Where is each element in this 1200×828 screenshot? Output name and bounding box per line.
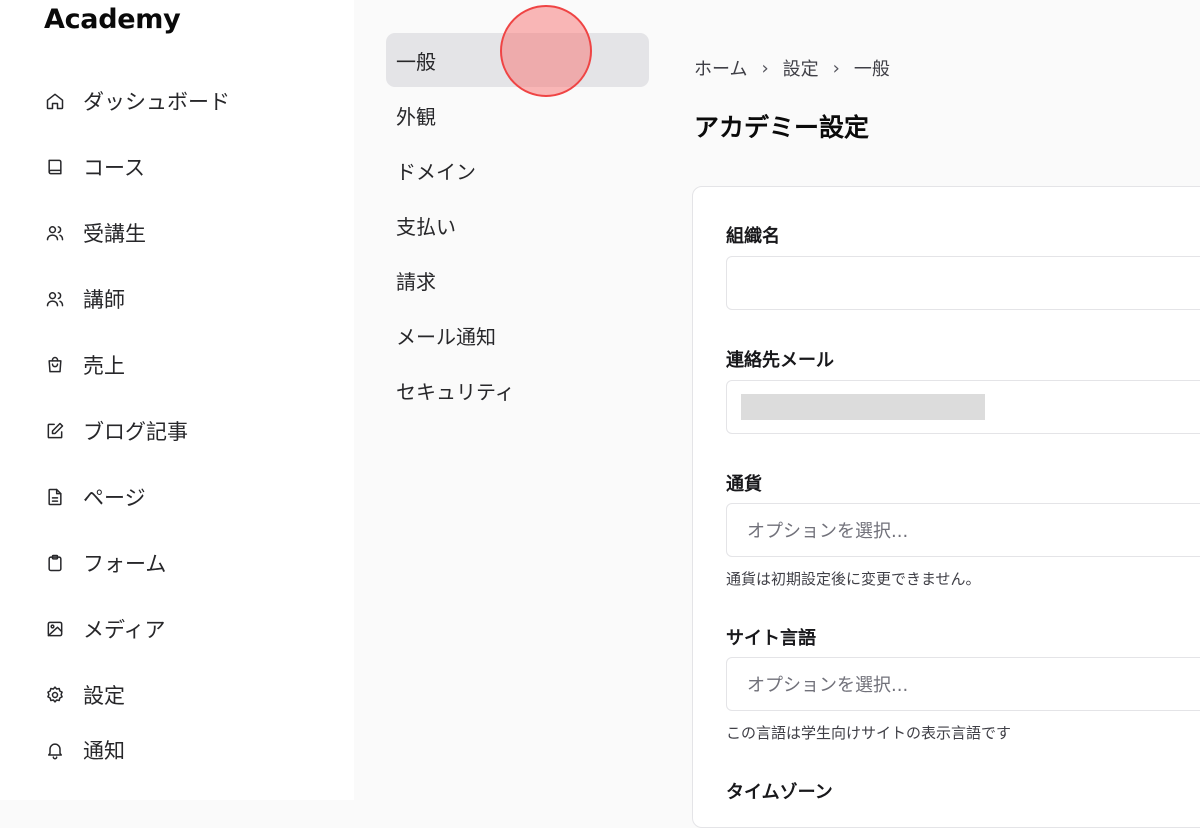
contact-email-label: 連絡先メール (726, 350, 834, 371)
sidebar-item-label: 講師 (83, 288, 125, 312)
sidebar-item-dashboard[interactable]: ダッシュボード (44, 81, 334, 121)
brand-logo: Academy (44, 4, 181, 35)
sidebar-item-label: コース (83, 156, 145, 180)
redacted-value (741, 394, 985, 420)
book-icon (44, 156, 66, 178)
sidebar-item-label: フォーム (83, 552, 167, 576)
file-text-icon (44, 486, 66, 508)
home-icon (44, 90, 66, 112)
settings-nav-general[interactable]: 一般 (386, 33, 649, 87)
gear-icon (44, 684, 66, 706)
breadcrumb: ホーム › 設定 › 一般 (694, 55, 890, 81)
site-language-helper-text: この言語は学生向けサイトの表示言語です (726, 724, 1012, 742)
bell-icon (44, 739, 66, 761)
sidebar: Academy ダッシュボード コース 受講生 講師 売上 ブログ記事 ページ … (0, 0, 354, 800)
sidebar-item-instructors[interactable]: 講師 (44, 279, 334, 319)
currency-label: 通貨 (726, 474, 762, 495)
breadcrumb-home[interactable]: ホーム (694, 55, 747, 81)
currency-select[interactable]: オプションを選択... (726, 503, 1200, 557)
sidebar-item-pages[interactable]: ページ (44, 477, 334, 517)
sidebar-item-forms[interactable]: フォーム (44, 543, 334, 583)
contact-email-input[interactable] (726, 380, 1200, 434)
page-title: アカデミー設定 (694, 113, 870, 142)
sidebar-item-media[interactable]: メディア (44, 609, 334, 649)
sidebar-item-blog-posts[interactable]: ブログ記事 (44, 411, 334, 451)
settings-nav-appearance[interactable]: 外観 (386, 88, 649, 142)
settings-nav-payments[interactable]: 支払い (386, 198, 649, 252)
sidebar-item-label: メディア (83, 618, 166, 642)
settings-nav-security[interactable]: セキュリティ (386, 363, 649, 417)
users-icon (44, 222, 66, 244)
breadcrumb-current: 一般 (853, 59, 890, 80)
sidebar-item-label: ページ (83, 486, 146, 510)
chevron-right-icon: › (761, 57, 769, 79)
sidebar-item-students[interactable]: 受講生 (44, 213, 334, 253)
chevron-right-icon: › (832, 57, 840, 79)
sidebar-item-notifications[interactable]: 通知 (44, 730, 334, 770)
sidebar-item-label: ブログ記事 (83, 420, 188, 444)
sidebar-item-sales[interactable]: 売上 (44, 345, 334, 385)
sidebar-item-settings[interactable]: 設定 (44, 675, 334, 715)
users-icon (44, 288, 66, 310)
sidebar-item-label: 売上 (83, 354, 125, 378)
org-name-label: 組織名 (726, 226, 780, 247)
settings-nav-domain[interactable]: ドメイン (386, 143, 649, 197)
timezone-label: タイムゾーン (726, 782, 833, 803)
org-name-input[interactable] (726, 256, 1200, 310)
site-language-label: サイト言語 (726, 628, 816, 649)
sidebar-item-label: 受講生 (83, 222, 146, 246)
breadcrumb-settings[interactable]: 設定 (783, 55, 819, 81)
image-icon (44, 618, 66, 640)
sidebar-item-label: ダッシュボード (83, 90, 230, 114)
currency-helper-text: 通貨は初期設定後に変更できません。 (726, 570, 981, 588)
settings-nav: 一般 外観 ドメイン 支払い 請求 メール通知 セキュリティ (354, 0, 664, 800)
settings-nav-email-notifications[interactable]: メール通知 (386, 308, 649, 362)
sidebar-item-courses[interactable]: コース (44, 147, 334, 187)
clipboard-icon (44, 552, 66, 574)
settings-nav-billing[interactable]: 請求 (386, 253, 649, 307)
sidebar-item-label: 通知 (83, 739, 125, 763)
edit-icon (44, 420, 66, 442)
site-language-select[interactable]: オプションを選択... (726, 657, 1200, 711)
shopping-bag-icon (44, 354, 66, 376)
sidebar-item-label: 設定 (83, 684, 125, 708)
